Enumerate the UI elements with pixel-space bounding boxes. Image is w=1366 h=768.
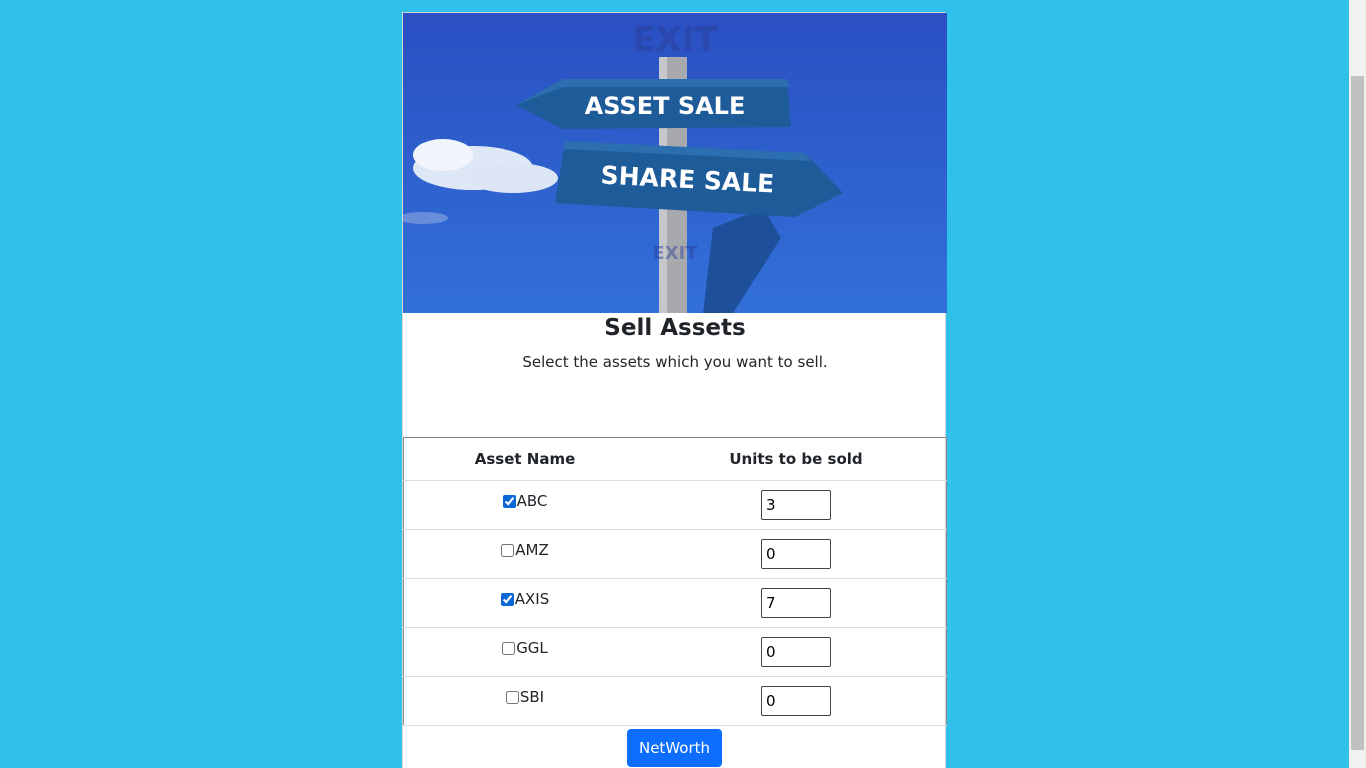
assets-table: Asset Name Units to be sold ABC 3 AMZ 0 …	[403, 437, 947, 726]
units-cell	[646, 529, 947, 579]
page-subtitle: Select the assets which you want to sell…	[522, 353, 828, 371]
page-scrollbar[interactable]	[1349, 0, 1366, 768]
units-input-amz[interactable]	[761, 539, 831, 569]
units-cell	[646, 676, 947, 726]
asset-option: ABC	[502, 492, 548, 511]
asset-option: GGL	[502, 639, 548, 657]
signpost-illustration: EXIT ASSET SALE SHARE SALE EXIT	[403, 13, 947, 313]
asset-name-cell: ABC	[403, 480, 646, 530]
networth-button[interactable]: NetWorth	[627, 729, 722, 767]
units-cell	[646, 578, 947, 628]
units-cell	[646, 480, 947, 530]
asset-name-cell: AXIS	[403, 578, 646, 628]
units-input-ggl[interactable]	[761, 637, 831, 667]
units-input-axis[interactable]	[761, 588, 831, 618]
asset-option: SBI	[505, 688, 545, 707]
asset-name-cell: AMZ	[403, 529, 646, 579]
units-input-sbi[interactable]	[761, 686, 831, 716]
table-row: AXIS	[403, 578, 947, 628]
page: EXIT ASSET SALE SHARE SALE EXIT Sell Ass…	[0, 0, 1366, 768]
asset-option: AMZ	[501, 541, 549, 560]
sign-asset-sale: ASSET SALE	[585, 92, 746, 120]
table-row: GGL	[403, 627, 947, 677]
asset-checkbox-abc[interactable]	[502, 494, 516, 508]
hero-image: EXIT ASSET SALE SHARE SALE EXIT	[403, 13, 947, 313]
units-input-abc[interactable]	[761, 490, 831, 520]
header-asset-name: Asset Name	[403, 437, 646, 481]
page-title: Sell Assets	[604, 315, 746, 341]
asset-name-cell: GGL	[403, 627, 646, 677]
table-row: AMZ	[403, 529, 947, 579]
units-cell	[646, 627, 947, 677]
asset-label: AMZ	[515, 541, 549, 560]
watermark-bottom: EXIT	[652, 243, 698, 264]
table-row: ABC	[403, 480, 947, 530]
table-row: SBI	[403, 676, 947, 726]
table-header-row: Asset Name Units to be sold	[403, 437, 947, 481]
asset-checkbox-sbi[interactable]	[505, 690, 519, 704]
asset-option: AXIS	[500, 590, 550, 609]
asset-label: ABC	[516, 492, 548, 511]
watermark-top: EXIT	[632, 20, 718, 60]
asset-checkbox-ggl[interactable]	[502, 641, 516, 655]
asset-name-cell: SBI	[403, 676, 646, 726]
asset-label: GGL	[516, 639, 548, 658]
header-units: Units to be sold	[646, 437, 947, 481]
asset-checkbox-amz[interactable]	[501, 543, 515, 557]
asset-label: AXIS	[514, 590, 550, 609]
sell-assets-card: EXIT ASSET SALE SHARE SALE EXIT Sell Ass…	[402, 12, 947, 768]
asset-checkbox-axis[interactable]	[500, 592, 514, 606]
asset-label: SBI	[519, 688, 545, 707]
scrollbar-thumb[interactable]	[1351, 76, 1364, 750]
